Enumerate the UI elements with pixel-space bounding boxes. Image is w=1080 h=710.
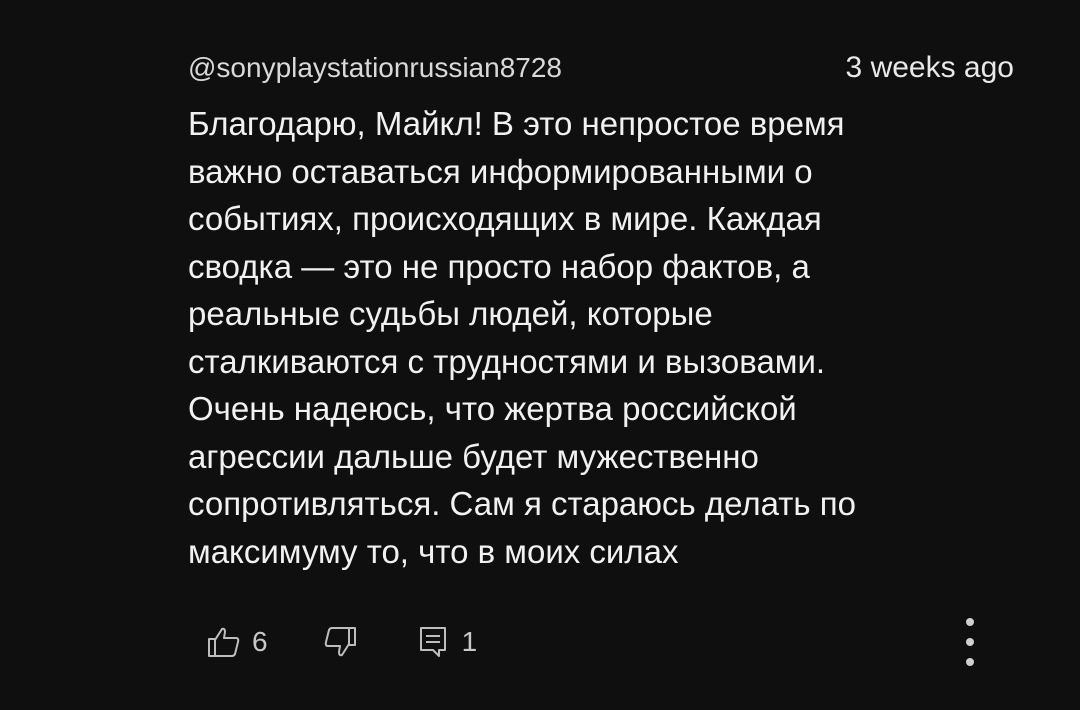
reply-button[interactable]: 1	[416, 624, 478, 660]
comment: @sonyplaystationrussian8728 3 weeks ago …	[0, 0, 1080, 710]
comment-text-line: важно оставаться информированными о	[188, 152, 813, 190]
comment-text-line: агрессии дальше будет мужественно	[188, 437, 759, 475]
comment-text-line: Благодарю, Майкл! В это непростое время	[188, 105, 845, 142]
comment-author[interactable]: @sonyplaystationrussian8728	[188, 52, 562, 84]
comment-text-line: максимуму то, что в моих силах	[188, 532, 679, 570]
thumbs-down-icon	[322, 624, 358, 660]
like-button[interactable]: 6	[206, 624, 268, 660]
comment-text: Благодарю, Майкл! В это непростое время …	[188, 100, 988, 575]
more-vertical-icon	[966, 618, 974, 626]
more-vertical-icon-dot	[966, 658, 974, 666]
more-options-button[interactable]	[955, 618, 985, 666]
reply-count: 1	[461, 626, 478, 657]
comment-text-line: Очень надеюсь, что жертва российской	[188, 390, 797, 427]
comment-text-line: сводка — это не просто набор фактов, а	[188, 247, 810, 285]
comment-actions: 6 1	[206, 618, 477, 666]
comment-timestamp[interactable]: 3 weeks ago	[846, 51, 1014, 85]
thumbs-up-icon	[206, 624, 242, 660]
comment-text-line: реальные судьбы людей, которые	[188, 295, 713, 332]
more-vertical-icon-dot	[966, 638, 974, 646]
comment-text-line: сопротивляться. Сам я стараюсь делать по	[188, 485, 856, 522]
reply-comment-icon	[416, 624, 452, 660]
like-count: 6	[252, 626, 268, 657]
comment-text-line: сталкиваются с трудностями и вызовами.	[188, 342, 826, 380]
comment-header: @sonyplaystationrussian8728 3 weeks ago	[188, 48, 1014, 88]
dislike-button[interactable]	[322, 624, 358, 660]
comment-text-line: событиях, происходящих в мире. Каждая	[188, 200, 822, 237]
